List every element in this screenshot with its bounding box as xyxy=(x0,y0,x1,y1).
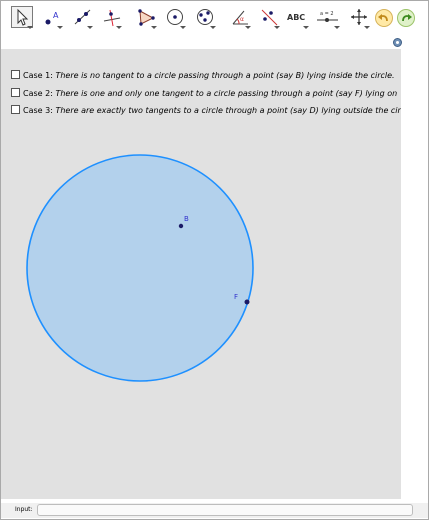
point-tool-label: A xyxy=(53,11,59,20)
slider-icon: a = 2 xyxy=(317,11,338,22)
polygon-icon xyxy=(138,9,155,26)
point-b-label: B xyxy=(184,215,189,223)
move-graphics-view-tool-button[interactable] xyxy=(348,6,370,29)
perpendicular-line-icon xyxy=(103,9,121,27)
point-tool-button[interactable]: A xyxy=(41,6,63,29)
angle-icon: α xyxy=(232,10,248,25)
input-field[interactable] xyxy=(37,504,413,516)
circle-with-center-icon xyxy=(167,9,183,25)
polygon-tool-button[interactable] xyxy=(135,6,157,29)
graphics-view[interactable]: Case 1: There is no tangent to a circle … xyxy=(1,49,401,499)
move-tool-button[interactable] xyxy=(11,6,33,29)
angle-tool-button[interactable]: α xyxy=(229,6,251,29)
redo-icon xyxy=(402,14,412,22)
undo-button[interactable] xyxy=(375,9,393,27)
line-through-points-icon xyxy=(74,9,91,25)
text-icon: ABC xyxy=(287,13,305,22)
angle-tool-label: α xyxy=(240,16,244,23)
reflect-about-line-icon xyxy=(261,9,278,26)
circle-shape[interactable] xyxy=(26,154,254,382)
line-tool-button[interactable] xyxy=(71,6,93,29)
point-b[interactable] xyxy=(178,223,184,229)
circle-three-points-tool-button[interactable] xyxy=(194,6,216,29)
cursor-arrow-icon xyxy=(17,8,29,26)
point-f[interactable] xyxy=(244,299,250,305)
input-bar: Input: xyxy=(1,503,428,518)
perpendicular-tool-button[interactable] xyxy=(100,6,122,29)
reflect-tool-button[interactable] xyxy=(258,6,280,29)
undo-icon xyxy=(378,14,388,22)
settings-gear-icon[interactable] xyxy=(392,37,403,48)
point-f-label: F xyxy=(234,293,239,301)
toolbar: A α ABC a = 2 xyxy=(1,1,428,35)
right-panel-strip xyxy=(401,49,428,499)
slider-tool-label: a = 2 xyxy=(320,11,334,17)
slider-tool-button[interactable]: a = 2 xyxy=(314,6,340,29)
circle-center-tool-button[interactable] xyxy=(164,6,186,29)
circle-three-points-icon xyxy=(197,9,213,25)
text-tool-button[interactable]: ABC xyxy=(285,6,309,29)
move-graphics-view-icon xyxy=(351,9,367,25)
redo-button[interactable] xyxy=(397,9,415,27)
input-label: Input: xyxy=(15,506,33,513)
point-icon: A xyxy=(45,11,59,25)
text-tool-label: ABC xyxy=(287,13,305,22)
geometry-canvas[interactable] xyxy=(1,49,401,499)
